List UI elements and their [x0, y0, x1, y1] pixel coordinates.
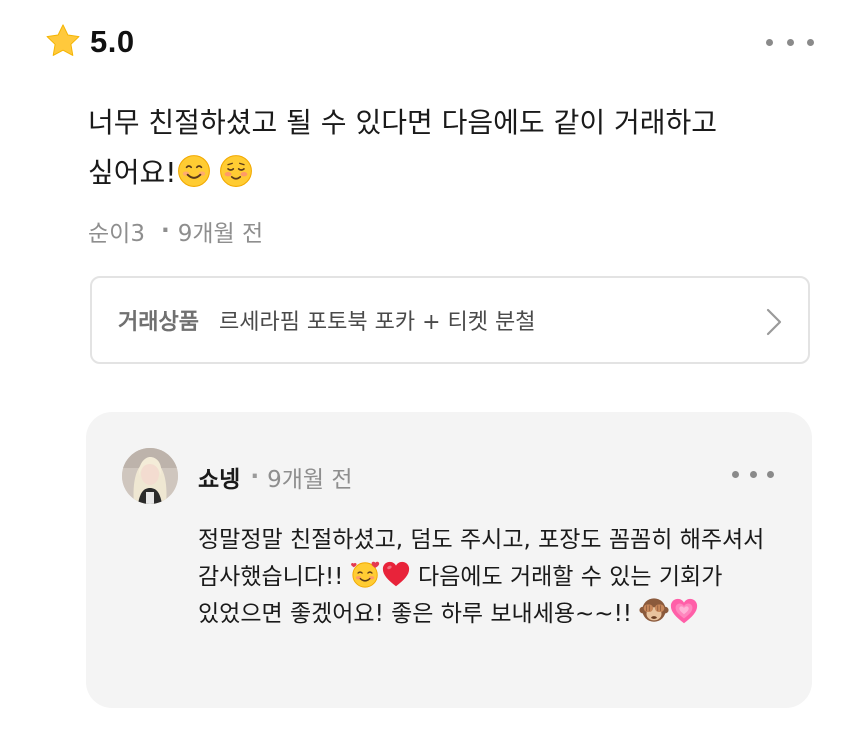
more-options-button[interactable] [766, 28, 814, 56]
review-detail: 5.0 너무 친절하셨고 될 수 있다면 다음에도 같이 거래하고 싶어요! 순… [0, 0, 858, 750]
review-meta: 순이3 · 9개월 전 [88, 214, 263, 248]
reply-header: 쇼넹 · 9개월 전 [198, 460, 353, 494]
reply-text: 정말정말 친절하셨고, 덤도 주시고, 포장도 꼼꼼히 해주셔서 감사했습니다!… [198, 522, 788, 633]
more-dot-icon [766, 38, 773, 46]
smiling-face-with-hearts-icon [350, 559, 381, 589]
rating: 5.0 [44, 22, 135, 60]
more-dot-icon [767, 470, 774, 478]
review-author[interactable]: 순이3 [88, 214, 145, 248]
seller-reply: 쇼넹 · 9개월 전 정말정말 친절하셨고, 덤도 주시고, 포장도 꼼꼼히 해… [86, 412, 812, 708]
avatar[interactable] [122, 448, 178, 504]
traded-product-card[interactable]: 거래상품 르세라핌 포토북 포카 + 티켓 분철 [90, 276, 810, 364]
red-heart-icon [381, 559, 411, 589]
review-time: 9개월 전 [177, 221, 264, 247]
more-dot-icon [749, 470, 757, 478]
chevron-right-icon [766, 308, 782, 336]
growing-heart-icon [669, 596, 699, 626]
rating-value: 5.0 [90, 23, 135, 59]
product-label: 거래상품 [118, 310, 199, 335]
star-icon [46, 24, 80, 56]
meta-separator: · [160, 218, 170, 244]
smiling-face-icon [177, 154, 211, 188]
relieved-face-icon [219, 154, 253, 188]
product-name: 르세라핌 포토북 포카 + 티켓 분철 [218, 310, 536, 335]
reply-time: 9개월 전 [267, 467, 353, 493]
more-dot-icon [807, 38, 814, 46]
more-dot-icon [786, 38, 794, 46]
reply-more-options-button[interactable] [732, 462, 774, 486]
reply-separator: · [250, 464, 260, 490]
more-dot-icon [732, 470, 739, 478]
reply-author[interactable]: 쇼넹 [198, 460, 240, 494]
see-no-evil-monkey-icon [639, 596, 669, 626]
review-text: 너무 친절하셨고 될 수 있다면 다음에도 같이 거래하고 싶어요! [88, 98, 800, 198]
